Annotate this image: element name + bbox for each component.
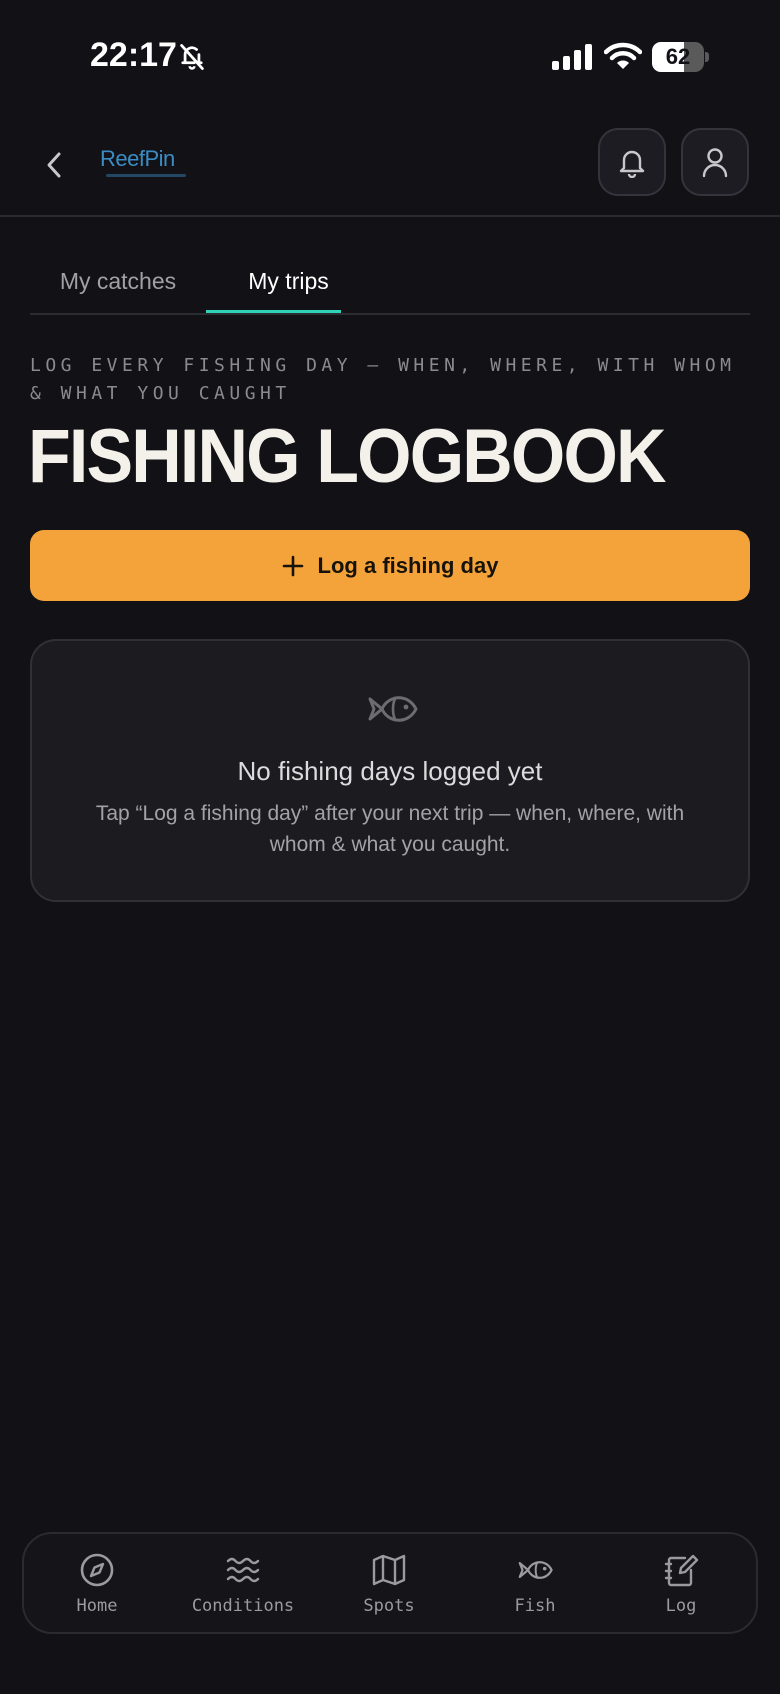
- user-icon: [702, 148, 728, 178]
- fish-icon: [368, 696, 418, 722]
- fish-icon: [518, 1561, 553, 1579]
- battery-level: 62: [665, 44, 691, 69]
- plus-icon: [282, 555, 303, 576]
- logo-text: ReefPin: [100, 146, 175, 171]
- chevron-left-icon: [47, 152, 61, 178]
- status-time: 22:17: [90, 36, 177, 74]
- tab-my-trips[interactable]: My trips: [206, 250, 371, 313]
- nav-label-fish: Fish: [514, 1596, 556, 1616]
- app-header: ReefPin: [0, 110, 780, 217]
- bottom-navigation: Home Conditions Spots Fish Log: [22, 1532, 758, 1634]
- status-bar: 22:17 62: [0, 0, 780, 110]
- nav-item-home[interactable]: Home: [24, 1534, 170, 1634]
- battery-indicator: 62: [652, 42, 709, 72]
- notebook-icon: [664, 1554, 699, 1587]
- app-logo[interactable]: ReefPin: [100, 146, 190, 186]
- nav-item-conditions[interactable]: Conditions: [170, 1534, 316, 1634]
- map-icon: [372, 1554, 406, 1586]
- log-fishing-day-button[interactable]: Log a fishing day: [30, 530, 750, 601]
- empty-state-description: Tap “Log a fishing day” after your next …: [95, 802, 685, 856]
- active-tab-indicator: [206, 310, 341, 313]
- empty-state-card: No fishing days logged yet Tap “Log a fi…: [30, 639, 750, 902]
- nav-label-home: Home: [76, 1596, 118, 1616]
- wifi-icon: [604, 42, 642, 69]
- profile-button[interactable]: [681, 128, 749, 196]
- nav-label-spots: Spots: [363, 1596, 415, 1616]
- cellular-signal-icon: [552, 44, 592, 70]
- page-title: FISHING LOGBOOK: [28, 414, 666, 499]
- bell-off-icon: [180, 44, 204, 70]
- nav-item-log[interactable]: Log: [608, 1534, 754, 1634]
- bell-icon: [619, 150, 645, 178]
- nav-item-spots[interactable]: Spots: [316, 1534, 462, 1634]
- back-button[interactable]: [32, 140, 76, 190]
- nav-label-log: Log: [665, 1596, 697, 1616]
- notifications-button[interactable]: [598, 128, 666, 196]
- log-button-label: Log a fishing day: [317, 552, 499, 578]
- page-subtitle: LOG EVERY FISHING DAY — WHEN, WHERE, WIT…: [30, 355, 736, 404]
- empty-state-title: No fishing days logged yet: [237, 756, 543, 786]
- compass-icon: [80, 1553, 114, 1587]
- nav-label-conditions: Conditions: [191, 1596, 295, 1616]
- tab-bar: My catches My trips: [30, 250, 750, 315]
- nav-item-fish[interactable]: Fish: [462, 1534, 608, 1634]
- tab-my-catches[interactable]: My catches: [30, 250, 206, 313]
- waves-icon: [226, 1557, 260, 1583]
